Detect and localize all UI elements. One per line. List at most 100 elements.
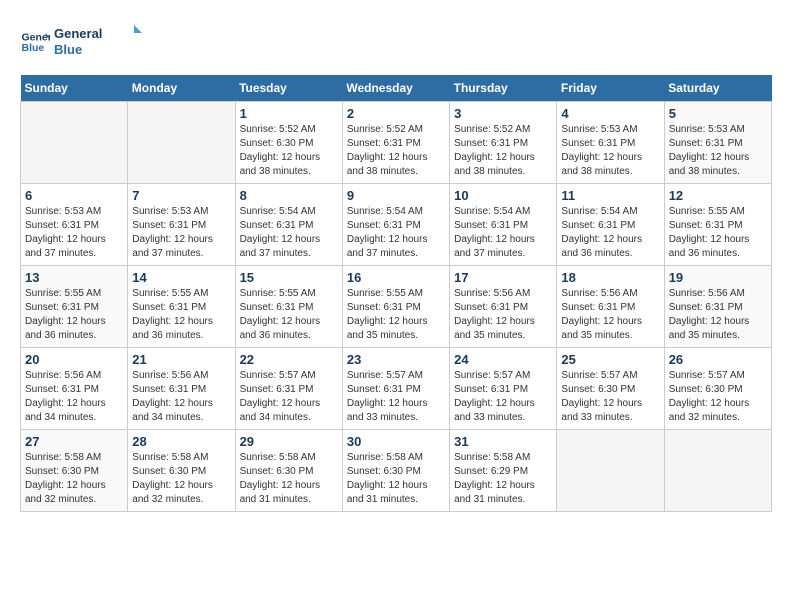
day-cell: 15 Sunrise: 5:55 AM Sunset: 6:31 PM Dayli… [235, 265, 342, 347]
day-number: 30 [347, 434, 445, 449]
day-info: Sunrise: 5:52 AM Sunset: 6:31 PM Dayligh… [454, 123, 552, 179]
day-number: 21 [132, 352, 230, 367]
day-cell: 19 Sunrise: 5:56 AM Sunset: 6:31 PM Dayli… [664, 265, 771, 347]
day-cell [664, 429, 771, 511]
day-number: 2 [347, 106, 445, 121]
day-cell: 18 Sunrise: 5:56 AM Sunset: 6:31 PM Dayli… [557, 265, 664, 347]
day-info: Sunrise: 5:55 AM Sunset: 6:31 PM Dayligh… [132, 287, 230, 343]
day-number: 25 [561, 352, 659, 367]
week-row-5: 27 Sunrise: 5:58 AM Sunset: 6:30 PM Dayli… [21, 429, 772, 511]
day-number: 29 [240, 434, 338, 449]
day-info: Sunrise: 5:55 AM Sunset: 6:31 PM Dayligh… [669, 205, 767, 261]
weekday-header-monday: Monday [128, 75, 235, 102]
weekday-header-saturday: Saturday [664, 75, 771, 102]
day-info: Sunrise: 5:54 AM Sunset: 6:31 PM Dayligh… [347, 205, 445, 261]
day-cell: 8Sunrise: 5:54 AM Sunset: 6:31 PM Daylig… [235, 183, 342, 265]
day-info: Sunrise: 5:53 AM Sunset: 6:31 PM Dayligh… [132, 205, 230, 261]
weekday-header-row: SundayMondayTuesdayWednesdayThursdayFrid… [21, 75, 772, 102]
day-cell: 5 Sunrise: 5:53 AM Sunset: 6:31 PM Daylig… [664, 101, 771, 183]
day-cell: 23Sunrise: 5:57 AM Sunset: 6:31 PM Dayli… [342, 347, 449, 429]
day-cell: 1 Sunrise: 5:52 AM Sunset: 6:30 PM Daylig… [235, 101, 342, 183]
day-cell: 28Sunrise: 5:58 AM Sunset: 6:30 PM Dayli… [128, 429, 235, 511]
day-cell [128, 101, 235, 183]
day-number: 10 [454, 188, 552, 203]
day-info: Sunrise: 5:55 AM Sunset: 6:31 PM Dayligh… [240, 287, 338, 343]
day-number: 18 [561, 270, 659, 285]
day-number: 23 [347, 352, 445, 367]
weekday-header-sunday: Sunday [21, 75, 128, 102]
day-number: 20 [25, 352, 123, 367]
day-info: Sunrise: 5:58 AM Sunset: 6:30 PM Dayligh… [132, 451, 230, 507]
logo-text: General Blue [54, 20, 144, 65]
day-info: Sunrise: 5:58 AM Sunset: 6:30 PM Dayligh… [25, 451, 123, 507]
day-cell: 3 Sunrise: 5:52 AM Sunset: 6:31 PM Daylig… [450, 101, 557, 183]
day-number: 5 [669, 106, 767, 121]
day-info: Sunrise: 5:58 AM Sunset: 6:30 PM Dayligh… [347, 451, 445, 507]
day-info: Sunrise: 5:57 AM Sunset: 6:31 PM Dayligh… [240, 369, 338, 425]
day-info: Sunrise: 5:54 AM Sunset: 6:31 PM Dayligh… [561, 205, 659, 261]
day-cell: 25 Sunrise: 5:57 AM Sunset: 6:30 PM Dayli… [557, 347, 664, 429]
day-cell: 14 Sunrise: 5:55 AM Sunset: 6:31 PM Dayli… [128, 265, 235, 347]
day-number: 27 [25, 434, 123, 449]
day-number: 7 [132, 188, 230, 203]
day-number: 16 [347, 270, 445, 285]
day-info: Sunrise: 5:57 AM Sunset: 6:31 PM Dayligh… [454, 369, 552, 425]
weekday-header-friday: Friday [557, 75, 664, 102]
day-info: Sunrise: 5:58 AM Sunset: 6:30 PM Dayligh… [240, 451, 338, 507]
day-info: Sunrise: 5:52 AM Sunset: 6:30 PM Dayligh… [240, 123, 338, 179]
day-info: Sunrise: 5:55 AM Sunset: 6:31 PM Dayligh… [347, 287, 445, 343]
day-number: 11 [561, 188, 659, 203]
weekday-header-tuesday: Tuesday [235, 75, 342, 102]
day-info: Sunrise: 5:54 AM Sunset: 6:31 PM Dayligh… [454, 205, 552, 261]
day-cell: 7 Sunrise: 5:53 AM Sunset: 6:31 PM Daylig… [128, 183, 235, 265]
day-cell: 2 Sunrise: 5:52 AM Sunset: 6:31 PM Daylig… [342, 101, 449, 183]
weekday-header-thursday: Thursday [450, 75, 557, 102]
day-cell [21, 101, 128, 183]
day-number: 17 [454, 270, 552, 285]
day-cell: 24 Sunrise: 5:57 AM Sunset: 6:31 PM Dayli… [450, 347, 557, 429]
svg-text:Blue: Blue [22, 42, 45, 54]
logo: General Blue General Blue [20, 20, 144, 65]
day-number: 15 [240, 270, 338, 285]
day-number: 3 [454, 106, 552, 121]
day-info: Sunrise: 5:55 AM Sunset: 6:31 PM Dayligh… [25, 287, 123, 343]
day-number: 1 [240, 106, 338, 121]
day-number: 14 [132, 270, 230, 285]
day-info: Sunrise: 5:56 AM Sunset: 6:31 PM Dayligh… [132, 369, 230, 425]
day-cell: 29 Sunrise: 5:58 AM Sunset: 6:30 PM Dayli… [235, 429, 342, 511]
day-info: Sunrise: 5:52 AM Sunset: 6:31 PM Dayligh… [347, 123, 445, 179]
day-number: 24 [454, 352, 552, 367]
day-info: Sunrise: 5:56 AM Sunset: 6:31 PM Dayligh… [454, 287, 552, 343]
day-info: Sunrise: 5:58 AM Sunset: 6:29 PM Dayligh… [454, 451, 552, 507]
day-cell: 21 Sunrise: 5:56 AM Sunset: 6:31 PM Dayli… [128, 347, 235, 429]
day-info: Sunrise: 5:57 AM Sunset: 6:30 PM Dayligh… [669, 369, 767, 425]
day-info: Sunrise: 5:54 AM Sunset: 6:31 PM Dayligh… [240, 205, 338, 261]
day-cell: 6 Sunrise: 5:53 AM Sunset: 6:31 PM Daylig… [21, 183, 128, 265]
day-info: Sunrise: 5:57 AM Sunset: 6:30 PM Dayligh… [561, 369, 659, 425]
day-number: 12 [669, 188, 767, 203]
day-cell: 4Sunrise: 5:53 AM Sunset: 6:31 PM Daylig… [557, 101, 664, 183]
weekday-header-wednesday: Wednesday [342, 75, 449, 102]
day-info: Sunrise: 5:53 AM Sunset: 6:31 PM Dayligh… [669, 123, 767, 179]
day-cell: 22Sunrise: 5:57 AM Sunset: 6:31 PM Dayli… [235, 347, 342, 429]
svg-text:Blue: Blue [54, 42, 82, 57]
day-info: Sunrise: 5:56 AM Sunset: 6:31 PM Dayligh… [669, 287, 767, 343]
day-cell: 13 Sunrise: 5:55 AM Sunset: 6:31 PM Dayli… [21, 265, 128, 347]
day-cell: 16 Sunrise: 5:55 AM Sunset: 6:31 PM Dayli… [342, 265, 449, 347]
day-cell: 27 Sunrise: 5:58 AM Sunset: 6:30 PM Dayli… [21, 429, 128, 511]
week-row-4: 20 Sunrise: 5:56 AM Sunset: 6:31 PM Dayli… [21, 347, 772, 429]
day-number: 19 [669, 270, 767, 285]
day-cell: 12 Sunrise: 5:55 AM Sunset: 6:31 PM Dayli… [664, 183, 771, 265]
day-number: 4 [561, 106, 659, 121]
svg-text:General: General [54, 26, 102, 41]
day-info: Sunrise: 5:53 AM Sunset: 6:31 PM Dayligh… [25, 205, 123, 261]
week-row-3: 13 Sunrise: 5:55 AM Sunset: 6:31 PM Dayli… [21, 265, 772, 347]
day-number: 6 [25, 188, 123, 203]
week-row-2: 6 Sunrise: 5:53 AM Sunset: 6:31 PM Daylig… [21, 183, 772, 265]
day-cell: 26Sunrise: 5:57 AM Sunset: 6:30 PM Dayli… [664, 347, 771, 429]
day-info: Sunrise: 5:56 AM Sunset: 6:31 PM Dayligh… [561, 287, 659, 343]
day-cell: 9Sunrise: 5:54 AM Sunset: 6:31 PM Daylig… [342, 183, 449, 265]
day-cell: 11 Sunrise: 5:54 AM Sunset: 6:31 PM Dayli… [557, 183, 664, 265]
day-number: 13 [25, 270, 123, 285]
day-cell: 31Sunrise: 5:58 AM Sunset: 6:29 PM Dayli… [450, 429, 557, 511]
